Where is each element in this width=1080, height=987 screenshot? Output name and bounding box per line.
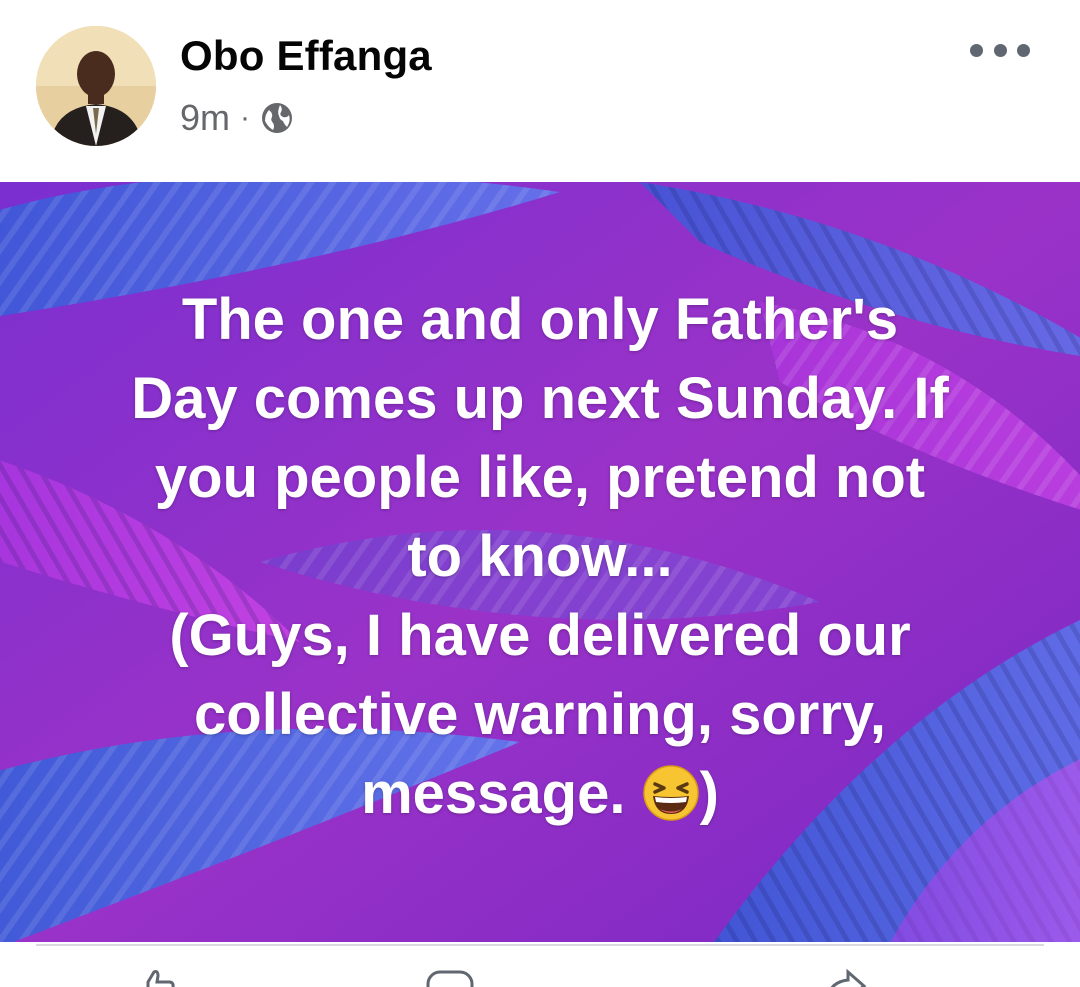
- grinning-squinting-face-emoji: [642, 764, 699, 821]
- post-background-card[interactable]: The one and only Father's Day comes up n…: [0, 182, 1080, 942]
- more-dot: [970, 43, 983, 57]
- post-text-line: you people like, pretend not: [154, 445, 926, 510]
- post-text-closing-paren: ): [699, 761, 719, 826]
- comment-icon[interactable]: [420, 968, 480, 987]
- author-avatar[interactable]: [36, 26, 156, 146]
- post-time[interactable]: 9m: [180, 97, 230, 139]
- post-text-line: collective warning, sorry,: [194, 682, 886, 747]
- post-meta: 9m ·: [180, 96, 294, 140]
- more-dot: [993, 43, 1007, 57]
- facebook-post: Obo Effanga 9m · The one and only Father…: [0, 0, 1080, 987]
- like-icon[interactable]: [130, 968, 190, 987]
- meta-separator: ·: [240, 101, 251, 134]
- author-name[interactable]: Obo Effanga: [180, 32, 432, 80]
- post-text-last-words: message.: [361, 761, 642, 826]
- post-text: The one and only Father's Day comes up n…: [60, 280, 1020, 833]
- globe-icon[interactable]: [260, 101, 294, 135]
- post-action-bar: [0, 946, 1080, 987]
- post-header: Obo Effanga 9m ·: [0, 0, 1080, 182]
- post-text-line: to know...: [407, 524, 673, 589]
- more-dot: [1017, 43, 1030, 57]
- post-text-line-last: message. ): [60, 754, 1020, 833]
- share-icon[interactable]: [820, 968, 880, 987]
- post-text-line: The one and only Father's: [181, 287, 899, 352]
- post-text-line: Day comes up next Sunday. If: [131, 366, 949, 431]
- more-options-icon[interactable]: [970, 36, 1030, 64]
- post-text-line: (Guys, I have delivered our: [169, 603, 911, 668]
- avatar-photo: [36, 26, 156, 146]
